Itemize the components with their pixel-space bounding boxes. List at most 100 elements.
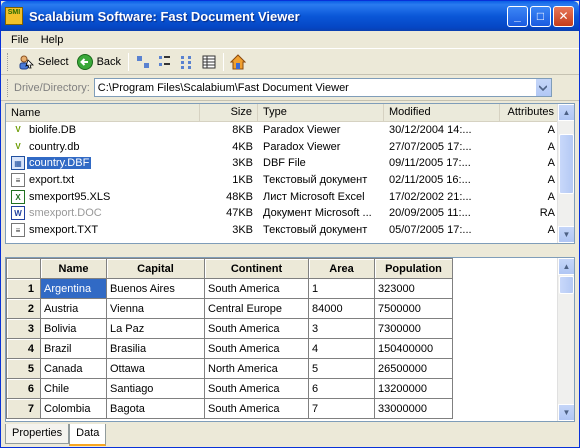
grid-header-continent[interactable]: Continent [204, 258, 309, 279]
grid-scrollbar[interactable]: ▲ ▼ [557, 258, 574, 421]
grid-cell[interactable]: Brazil [40, 338, 107, 359]
file-attributes: A [547, 223, 555, 236]
grid-row-number[interactable]: 3 [6, 318, 41, 339]
grid-cell[interactable]: 26500000 [374, 358, 453, 379]
file-row[interactable]: Vcountry.db 4KB Paradox Viewer 27/07/2005 1… [6, 139, 574, 156]
grid-header-capital[interactable]: Capital [106, 258, 205, 279]
file-list-header: Name Size Type Modified Attributes [6, 104, 574, 122]
file-row[interactable]: Xsmexport95.XLS 48KB Лист Microsoft Excel 1… [6, 188, 574, 205]
grid-row[interactable]: 5 Canada Ottawa North America 5 26500000 [6, 358, 453, 379]
drive-directory-combobox[interactable]: C:\Program Files\Scalabium\Fast Document… [93, 78, 552, 97]
grid-header-name[interactable]: Name [40, 258, 107, 279]
grid-scroll-down-icon[interactable]: ▼ [558, 404, 574, 421]
view-details-button[interactable] [198, 51, 220, 73]
file-row[interactable]: ≡ smexport.TXT 3KB Текстовый документ 05/07/… [6, 222, 574, 239]
file-list-scrollbar[interactable]: ▲ ▼ [557, 104, 574, 243]
grid-cell[interactable]: Austria [40, 298, 107, 319]
grid-cell[interactable]: Chile [40, 378, 107, 399]
column-header-attributes[interactable]: Attributes [500, 104, 560, 122]
file-row[interactable]: ▦ country.DBF 3KB DBF File 09/11/2005 17:...… [6, 155, 574, 172]
file-row[interactable]: ≡ export.txt 1KB Текстовый документ 02/11/20… [6, 172, 574, 189]
tab-properties[interactable]: Properties [5, 424, 70, 444]
drivebar-grip[interactable] [7, 78, 10, 97]
back-button[interactable]: Back [73, 51, 125, 73]
grid-row[interactable]: 7 Colombia Bagota South America 7 33000000 [6, 398, 453, 419]
grid-row[interactable]: 6 Chile Santiago South America 6 13200000 [6, 378, 453, 399]
grid-cell[interactable]: Brasilia [106, 338, 205, 359]
column-header-name[interactable]: Name [6, 104, 200, 122]
grid-cell[interactable]: 84000 [308, 298, 375, 319]
grid-row[interactable]: 4 Brazil Brasilia South America 4 150400000 [6, 338, 453, 359]
scroll-thumb[interactable] [559, 134, 574, 194]
maximize-button[interactable]: □ [530, 5, 551, 27]
grid-cell[interactable]: 5 [308, 358, 375, 379]
title-bar[interactable]: SMI Scalabium Software: Fast Document Vi… [1, 1, 579, 31]
grid-header-area[interactable]: Area [308, 258, 375, 279]
grid-cell[interactable]: Canada [40, 358, 107, 379]
menu-file[interactable]: File [5, 34, 35, 46]
grid-scroll-thumb[interactable] [559, 276, 574, 294]
data-grid[interactable]: Name Capital Continent Area Population 1… [5, 257, 575, 422]
grid-cell[interactable]: 6 [308, 378, 375, 399]
grid-cell[interactable]: 4 [308, 338, 375, 359]
grid-cell[interactable]: North America [204, 358, 309, 379]
panel-splitter[interactable] [5, 247, 575, 255]
grid-cell[interactable]: South America [204, 398, 309, 419]
scroll-up-icon[interactable]: ▲ [558, 104, 574, 121]
grid-row-number[interactable]: 4 [6, 338, 41, 359]
grid-cell[interactable]: South America [204, 378, 309, 399]
grid-cell[interactable]: Argentina [40, 278, 107, 299]
grid-cell[interactable]: 1 [308, 278, 375, 299]
grid-cell[interactable]: Buenos Aires [106, 278, 205, 299]
column-header-modified[interactable]: Modified [384, 104, 500, 122]
view-large-icons-button[interactable] [132, 51, 154, 73]
file-list[interactable]: Name Size Type Modified Attributes Vbiol… [5, 103, 575, 244]
toolbar-grip[interactable] [7, 52, 10, 71]
grid-cell[interactable]: 7300000 [374, 318, 453, 339]
grid-cell[interactable]: South America [204, 278, 309, 299]
chevron-down-icon[interactable] [534, 79, 551, 96]
view-list-button[interactable] [176, 51, 198, 73]
grid-row-number[interactable]: 5 [6, 358, 41, 379]
grid-cell[interactable]: 150400000 [374, 338, 453, 359]
grid-cell[interactable]: 7 [308, 398, 375, 419]
grid-cell[interactable]: Bolivia [40, 318, 107, 339]
grid-cell[interactable]: 7500000 [374, 298, 453, 319]
tab-data[interactable]: Data [69, 424, 107, 446]
column-header-type[interactable]: Type [258, 104, 384, 122]
file-row[interactable]: Vbiolife.DB 8KB Paradox Viewer 30/12/2004 1… [6, 122, 574, 139]
grid-cell[interactable]: Central Europe [204, 298, 309, 319]
grid-cell[interactable]: 33000000 [374, 398, 453, 419]
grid-row-number[interactable]: 7 [6, 398, 41, 419]
grid-row[interactable]: 3 Bolivia La Paz South America 3 7300000 [6, 318, 453, 339]
grid-scroll-up-icon[interactable]: ▲ [558, 258, 574, 275]
grid-cell[interactable]: La Paz [106, 318, 205, 339]
minimize-button[interactable]: _ [507, 5, 528, 27]
grid-cell[interactable]: Colombia [40, 398, 107, 419]
grid-corner-cell[interactable] [6, 258, 41, 279]
close-button[interactable]: ✕ [553, 5, 574, 27]
select-button[interactable]: Select [14, 51, 73, 73]
column-header-size[interactable]: Size [200, 104, 258, 122]
grid-cell[interactable]: 3 [308, 318, 375, 339]
grid-cell[interactable]: Santiago [106, 378, 205, 399]
grid-cell[interactable]: Bagota [106, 398, 205, 419]
grid-row[interactable]: 2 Austria Vienna Central Europe 84000 7500000 [6, 298, 453, 319]
grid-row[interactable]: 1 Argentina Buenos Aires South America 1 3230… [6, 278, 453, 299]
grid-cell[interactable]: 13200000 [374, 378, 453, 399]
view-small-icons-button[interactable] [154, 51, 176, 73]
grid-header-population[interactable]: Population [374, 258, 453, 279]
grid-cell[interactable]: South America [204, 338, 309, 359]
scroll-down-icon[interactable]: ▼ [558, 226, 574, 243]
bottom-tabs: Properties Data [5, 424, 107, 446]
grid-cell[interactable]: Ottawa [106, 358, 205, 379]
menu-help[interactable]: Help [35, 34, 70, 46]
grid-cell[interactable]: South America [204, 318, 309, 339]
file-row[interactable]: Wsmexport.DOC 47KB Документ Microsoft ... 2… [6, 205, 574, 222]
grid-row-number[interactable]: 2 [6, 298, 41, 319]
grid-cell[interactable]: 323000 [374, 278, 453, 299]
home-button[interactable] [227, 51, 249, 73]
grid-row-number[interactable]: 6 [6, 378, 41, 399]
grid-row-number[interactable]: 1 [6, 278, 41, 299]
grid-cell[interactable]: Vienna [106, 298, 205, 319]
